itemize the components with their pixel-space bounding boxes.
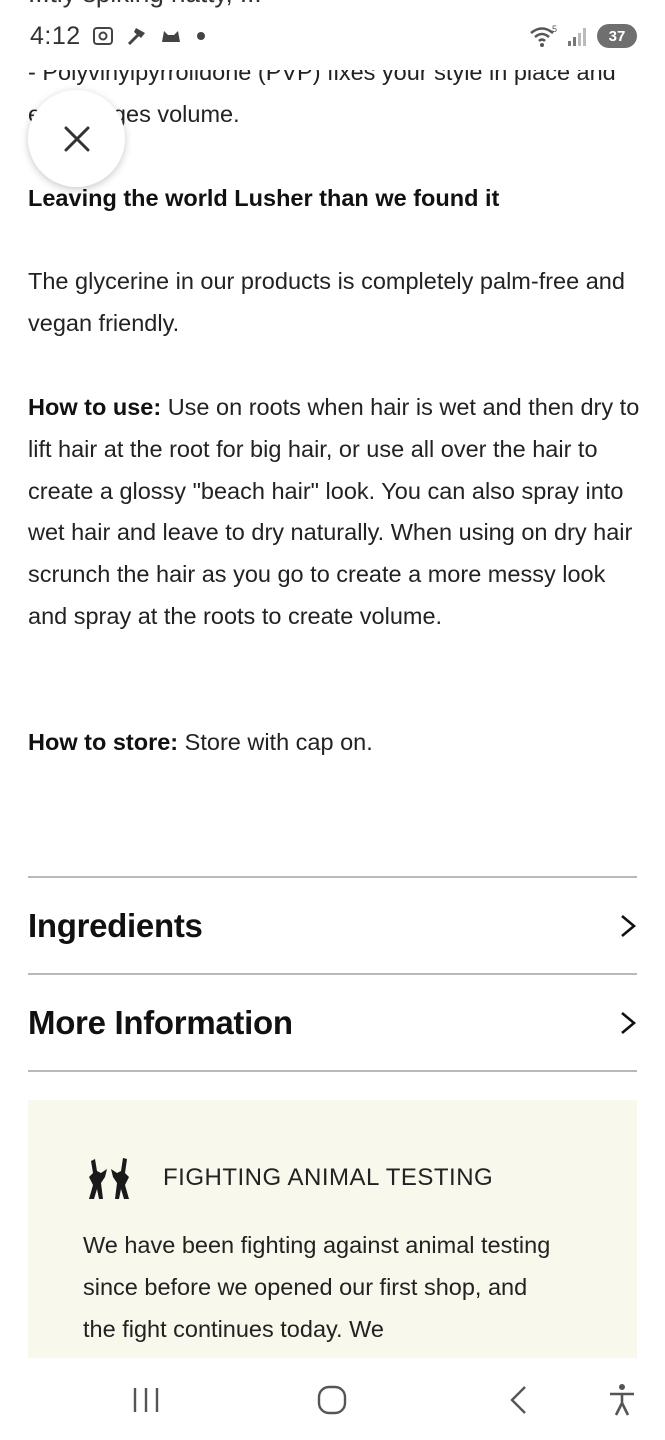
lusher-heading: Leaving the world Lusher than we found i… bbox=[28, 185, 500, 211]
accessibility-button[interactable] bbox=[600, 1378, 644, 1422]
how-to-store-paragraph: How to store: Store with cap on. bbox=[28, 722, 640, 764]
accessibility-icon bbox=[610, 1384, 634, 1416]
chevron-right-icon bbox=[621, 1011, 637, 1034]
fighting-animal-testing-body: We have been fighting against animal tes… bbox=[83, 1232, 551, 1342]
status-time: 4:12 bbox=[30, 21, 81, 50]
how-to-use-text: Use on roots when hair is wet and then d… bbox=[28, 394, 640, 629]
glycerine-paragraph: The glycerine in our products is complet… bbox=[28, 268, 625, 336]
chevron-right-icon bbox=[621, 914, 637, 937]
screenshot-icon bbox=[92, 27, 113, 45]
close-button[interactable] bbox=[28, 90, 125, 187]
screen: - Polyvinylpyrrolidone (PVP) fixes your … bbox=[0, 0, 665, 1440]
more-information-accordion[interactable]: More Information bbox=[28, 975, 637, 1070]
back-button[interactable] bbox=[496, 1378, 540, 1422]
fighting-animal-testing-header: FIGHTING ANIMAL TESTING bbox=[83, 1155, 493, 1201]
wifi-band-label: 5 bbox=[552, 24, 557, 34]
more-information-title: More Information bbox=[28, 1003, 293, 1041]
status-left: 4:12 bbox=[30, 20, 205, 52]
how-to-store-text: Store with cap on. bbox=[178, 729, 373, 755]
navigation-bar bbox=[0, 1358, 665, 1440]
fighting-animal-testing-card: FIGHTING ANIMAL TESTING We have been fig… bbox=[28, 1100, 637, 1360]
home-icon bbox=[317, 1385, 347, 1415]
status-right: 5 37 bbox=[529, 22, 637, 50]
recent-apps-button[interactable] bbox=[124, 1378, 168, 1422]
fighting-animal-testing-title: FIGHTING ANIMAL TESTING bbox=[163, 1164, 494, 1191]
how-to-use-paragraph: How to use: Use on roots when hair is we… bbox=[28, 387, 640, 638]
cat-icon bbox=[161, 31, 180, 42]
notification-dot-icon bbox=[196, 32, 205, 40]
wifi-icon: 5 bbox=[530, 24, 557, 47]
how-to-store-label: How to store: bbox=[28, 729, 179, 755]
ingredients-title: Ingredients bbox=[28, 906, 203, 944]
battery-indicator: 37 bbox=[597, 24, 637, 48]
hammer-icon bbox=[127, 28, 145, 46]
recent-apps-icon bbox=[133, 1388, 159, 1412]
hares-icon bbox=[89, 1158, 129, 1199]
status-peek-text: ...tly spiking natty, ... bbox=[28, 0, 262, 9]
back-icon bbox=[510, 1386, 526, 1414]
divider bbox=[28, 1070, 637, 1072]
status-bar: ...tly spiking natty, ... 4:12 5 bbox=[0, 0, 665, 70]
home-button[interactable] bbox=[310, 1378, 354, 1422]
close-icon bbox=[64, 126, 89, 151]
how-to-use-label: How to use: bbox=[28, 394, 162, 420]
signal-icon bbox=[568, 28, 586, 46]
ingredients-accordion[interactable]: Ingredients bbox=[28, 878, 637, 973]
